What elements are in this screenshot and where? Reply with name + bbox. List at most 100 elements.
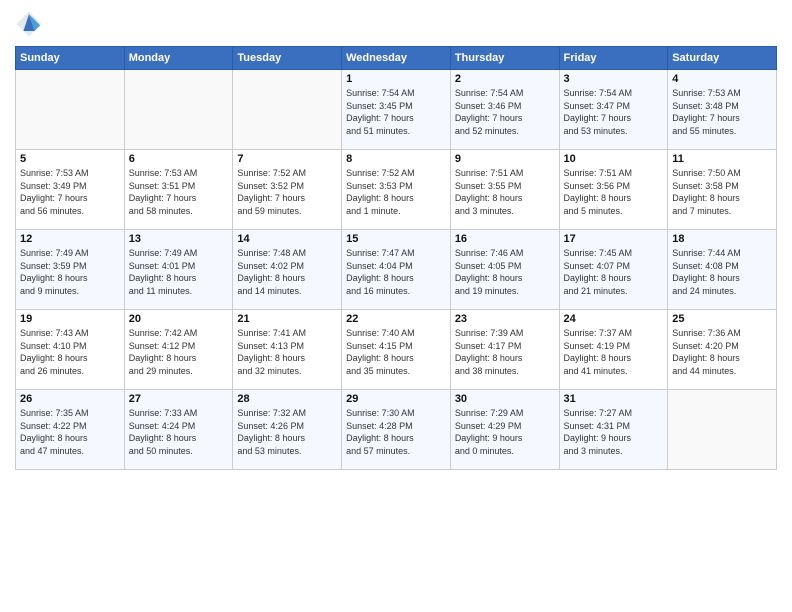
calendar-day-cell: 3 Sunrise: 7:54 AM Sunset: 3:47 PM Daylig… <box>559 70 668 150</box>
day-info: Sunrise: 7:49 AM Sunset: 4:01 PM Dayligh… <box>129 247 229 297</box>
calendar-day-cell: 8Sunrise: 7:52 AM Sunset: 3:53 PM Daylig… <box>342 150 451 230</box>
calendar-day-cell: 9 Sunrise: 7:51 AM Sunset: 3:55 PM Daylig… <box>450 150 559 230</box>
calendar-week-row: 1 Sunrise: 7:54 AM Sunset: 3:45 PM Daylig… <box>16 70 777 150</box>
logo-icon <box>15 10 43 38</box>
calendar-day-cell: 13Sunrise: 7:49 AM Sunset: 4:01 PM Dayli… <box>124 230 233 310</box>
day-number: 24 <box>564 313 664 325</box>
calendar-day-cell: 28 Sunrise: 7:32 AM Sunset: 4:26 PM Dayli… <box>233 390 342 470</box>
day-number: 27 <box>129 393 229 405</box>
weekday-header: Wednesday <box>342 47 451 70</box>
day-info: Sunrise: 7:36 AM Sunset: 4:20 PM Dayligh… <box>672 327 772 377</box>
weekday-header: Saturday <box>668 47 777 70</box>
day-info: Sunrise: 7:51 AM Sunset: 3:55 PM Dayligh… <box>455 167 555 217</box>
calendar-day-cell: 6 Sunrise: 7:53 AM Sunset: 3:51 PM Daylig… <box>124 150 233 230</box>
day-number: 9 <box>455 153 555 165</box>
calendar-day-cell: 2Sunrise: 7:54 AM Sunset: 3:46 PM Daylig… <box>450 70 559 150</box>
day-number: 25 <box>672 313 772 325</box>
day-number: 3 <box>564 73 664 85</box>
day-number: 5 <box>20 153 120 165</box>
day-info: Sunrise: 7:29 AM Sunset: 4:29 PM Dayligh… <box>455 407 555 457</box>
calendar-day-cell: 7 Sunrise: 7:52 AM Sunset: 3:52 PM Daylig… <box>233 150 342 230</box>
day-info: Sunrise: 7:37 AM Sunset: 4:19 PM Dayligh… <box>564 327 664 377</box>
calendar-day-cell <box>233 70 342 150</box>
header <box>15 10 777 38</box>
day-number: 28 <box>237 393 337 405</box>
calendar-day-cell: 16Sunrise: 7:46 AM Sunset: 4:05 PM Dayli… <box>450 230 559 310</box>
day-info: Sunrise: 7:44 AM Sunset: 4:08 PM Dayligh… <box>672 247 772 297</box>
day-number: 21 <box>237 313 337 325</box>
day-info: Sunrise: 7:52 AM Sunset: 3:53 PM Dayligh… <box>346 167 446 217</box>
day-info: Sunrise: 7:42 AM Sunset: 4:12 PM Dayligh… <box>129 327 229 377</box>
day-number: 10 <box>564 153 664 165</box>
calendar-day-cell: 1 Sunrise: 7:54 AM Sunset: 3:45 PM Daylig… <box>342 70 451 150</box>
day-info: Sunrise: 7:35 AM Sunset: 4:22 PM Dayligh… <box>20 407 120 457</box>
day-number: 30 <box>455 393 555 405</box>
day-number: 15 <box>346 233 446 245</box>
day-info: Sunrise: 7:53 AM Sunset: 3:51 PM Dayligh… <box>129 167 229 217</box>
calendar-day-cell: 30 Sunrise: 7:29 AM Sunset: 4:29 PM Dayli… <box>450 390 559 470</box>
day-info: Sunrise: 7:53 AM Sunset: 3:48 PM Dayligh… <box>672 87 772 137</box>
day-info: Sunrise: 7:51 AM Sunset: 3:56 PM Dayligh… <box>564 167 664 217</box>
calendar-day-cell: 31 Sunrise: 7:27 AM Sunset: 4:31 PM Dayli… <box>559 390 668 470</box>
weekday-header: Monday <box>124 47 233 70</box>
calendar-table: SundayMondayTuesdayWednesdayThursdayFrid… <box>15 46 777 470</box>
calendar-day-cell: 23 Sunrise: 7:39 AM Sunset: 4:17 PM Dayli… <box>450 310 559 390</box>
calendar-week-row: 26 Sunrise: 7:35 AM Sunset: 4:22 PM Dayli… <box>16 390 777 470</box>
day-info: Sunrise: 7:40 AM Sunset: 4:15 PM Dayligh… <box>346 327 446 377</box>
day-info: Sunrise: 7:30 AM Sunset: 4:28 PM Dayligh… <box>346 407 446 457</box>
calendar-day-cell: 22Sunrise: 7:40 AM Sunset: 4:15 PM Dayli… <box>342 310 451 390</box>
day-number: 26 <box>20 393 120 405</box>
day-number: 18 <box>672 233 772 245</box>
day-number: 29 <box>346 393 446 405</box>
calendar-day-cell: 24 Sunrise: 7:37 AM Sunset: 4:19 PM Dayli… <box>559 310 668 390</box>
day-number: 23 <box>455 313 555 325</box>
logo <box>15 10 47 38</box>
day-info: Sunrise: 7:33 AM Sunset: 4:24 PM Dayligh… <box>129 407 229 457</box>
day-info: Sunrise: 7:41 AM Sunset: 4:13 PM Dayligh… <box>237 327 337 377</box>
calendar-day-cell: 29 Sunrise: 7:30 AM Sunset: 4:28 PM Dayli… <box>342 390 451 470</box>
day-info: Sunrise: 7:27 AM Sunset: 4:31 PM Dayligh… <box>564 407 664 457</box>
calendar-day-cell: 4 Sunrise: 7:53 AM Sunset: 3:48 PM Daylig… <box>668 70 777 150</box>
weekday-row: SundayMondayTuesdayWednesdayThursdayFrid… <box>16 47 777 70</box>
day-info: Sunrise: 7:43 AM Sunset: 4:10 PM Dayligh… <box>20 327 120 377</box>
day-info: Sunrise: 7:53 AM Sunset: 3:49 PM Dayligh… <box>20 167 120 217</box>
calendar-week-row: 12 Sunrise: 7:49 AM Sunset: 3:59 PM Dayli… <box>16 230 777 310</box>
weekday-header: Friday <box>559 47 668 70</box>
day-number: 11 <box>672 153 772 165</box>
day-number: 7 <box>237 153 337 165</box>
calendar-day-cell: 19 Sunrise: 7:43 AM Sunset: 4:10 PM Dayli… <box>16 310 125 390</box>
calendar-header: SundayMondayTuesdayWednesdayThursdayFrid… <box>16 47 777 70</box>
day-number: 4 <box>672 73 772 85</box>
day-info: Sunrise: 7:47 AM Sunset: 4:04 PM Dayligh… <box>346 247 446 297</box>
calendar-day-cell: 26 Sunrise: 7:35 AM Sunset: 4:22 PM Dayli… <box>16 390 125 470</box>
calendar-day-cell: 11 Sunrise: 7:50 AM Sunset: 3:58 PM Dayli… <box>668 150 777 230</box>
calendar-day-cell: 12 Sunrise: 7:49 AM Sunset: 3:59 PM Dayli… <box>16 230 125 310</box>
day-number: 31 <box>564 393 664 405</box>
weekday-header: Thursday <box>450 47 559 70</box>
day-info: Sunrise: 7:50 AM Sunset: 3:58 PM Dayligh… <box>672 167 772 217</box>
day-info: Sunrise: 7:32 AM Sunset: 4:26 PM Dayligh… <box>237 407 337 457</box>
calendar-day-cell: 18 Sunrise: 7:44 AM Sunset: 4:08 PM Dayli… <box>668 230 777 310</box>
day-info: Sunrise: 7:54 AM Sunset: 3:46 PM Dayligh… <box>455 87 555 137</box>
calendar-body: 1 Sunrise: 7:54 AM Sunset: 3:45 PM Daylig… <box>16 70 777 470</box>
day-info: Sunrise: 7:48 AM Sunset: 4:02 PM Dayligh… <box>237 247 337 297</box>
calendar-day-cell: 5 Sunrise: 7:53 AM Sunset: 3:49 PM Daylig… <box>16 150 125 230</box>
calendar-day-cell: 14 Sunrise: 7:48 AM Sunset: 4:02 PM Dayli… <box>233 230 342 310</box>
day-number: 19 <box>20 313 120 325</box>
day-info: Sunrise: 7:54 AM Sunset: 3:47 PM Dayligh… <box>564 87 664 137</box>
day-number: 1 <box>346 73 446 85</box>
day-info: Sunrise: 7:52 AM Sunset: 3:52 PM Dayligh… <box>237 167 337 217</box>
day-info: Sunrise: 7:45 AM Sunset: 4:07 PM Dayligh… <box>564 247 664 297</box>
day-number: 6 <box>129 153 229 165</box>
calendar-day-cell: 27 Sunrise: 7:33 AM Sunset: 4:24 PM Dayli… <box>124 390 233 470</box>
day-number: 12 <box>20 233 120 245</box>
calendar-day-cell: 10 Sunrise: 7:51 AM Sunset: 3:56 PM Dayli… <box>559 150 668 230</box>
calendar-day-cell <box>124 70 233 150</box>
weekday-header: Sunday <box>16 47 125 70</box>
day-info: Sunrise: 7:54 AM Sunset: 3:45 PM Dayligh… <box>346 87 446 137</box>
calendar-day-cell: 25 Sunrise: 7:36 AM Sunset: 4:20 PM Dayli… <box>668 310 777 390</box>
day-info: Sunrise: 7:49 AM Sunset: 3:59 PM Dayligh… <box>20 247 120 297</box>
day-number: 17 <box>564 233 664 245</box>
day-number: 14 <box>237 233 337 245</box>
day-info: Sunrise: 7:39 AM Sunset: 4:17 PM Dayligh… <box>455 327 555 377</box>
